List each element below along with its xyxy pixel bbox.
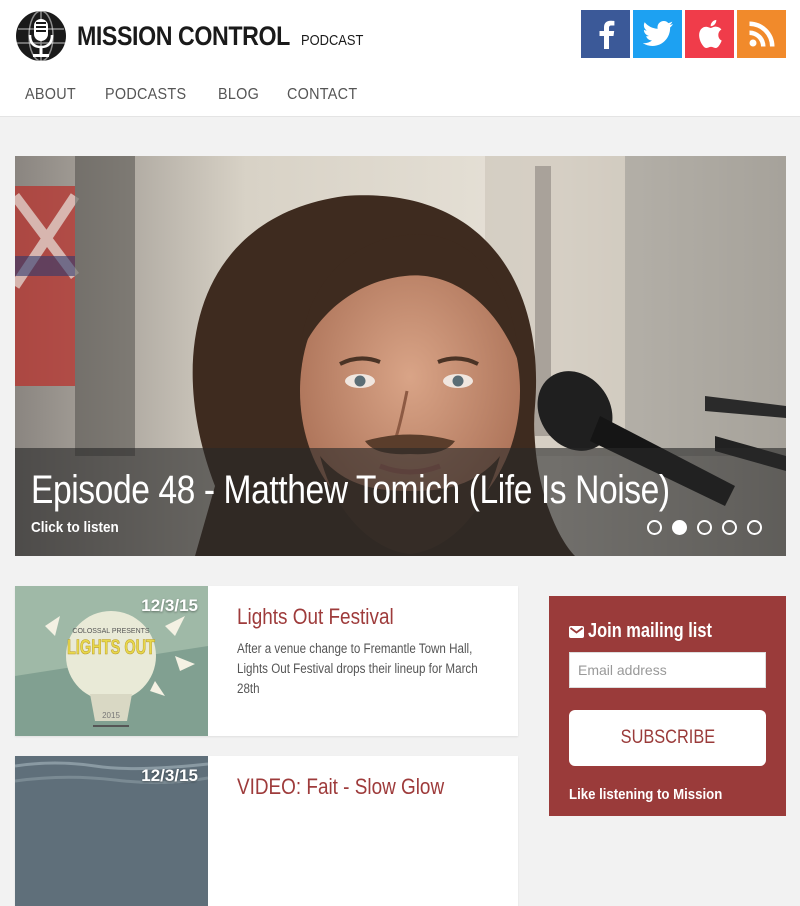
microphone-globe-icon [16, 10, 66, 62]
envelope-icon [569, 625, 584, 638]
post-title[interactable]: Lights Out Festival [237, 604, 394, 630]
mailing-list-title-text: Join mailing list [588, 620, 712, 642]
nav-blog[interactable]: BLOG [218, 86, 259, 104]
post-thumbnail[interactable]: COLOSSAL PRESENTS LIGHTS OUT 2015 12/3/1… [15, 586, 208, 736]
slider-dot-4[interactable] [722, 520, 737, 535]
social-links [581, 10, 786, 58]
post-title[interactable]: VIDEO: Fait - Slow Glow [237, 774, 444, 800]
brand-name: MISSION CONTROL [77, 20, 290, 51]
poster-main-text: LIGHTS OUT [67, 636, 155, 659]
rss-button[interactable] [737, 10, 786, 58]
facebook-icon [599, 20, 614, 49]
hero-subtitle[interactable]: Click to listen [31, 519, 119, 536]
mailing-list-widget: Join mailing list SUBSCRIBE Like listeni… [549, 596, 786, 816]
subscribe-button[interactable]: SUBSCRIBE [569, 710, 766, 766]
post-date: 12/3/15 [141, 596, 198, 615]
post-excerpt: After a venue change to Fremantle Town H… [237, 641, 478, 696]
apple-icon [698, 19, 722, 49]
nav-podcasts[interactable]: PODCASTS [105, 86, 186, 104]
sidebar-listen-text: Like listening to Mission [569, 786, 723, 803]
mailing-list-title: Join mailing list [569, 620, 739, 643]
slider-dots [647, 520, 762, 535]
hero-title[interactable]: Episode 48 - Matthew Tomich (Life Is Noi… [31, 468, 670, 513]
brand-sub: PODCAST [300, 31, 363, 49]
slider-dot-1[interactable] [647, 520, 662, 535]
nav-contact[interactable]: CONTACT [287, 86, 357, 104]
rss-icon [749, 21, 774, 47]
post-card[interactable]: COLOSSAL PRESENTS LIGHTS OUT 2015 12/3/1… [15, 586, 518, 736]
twitter-icon [642, 21, 673, 46]
poster-top-text: COLOSSAL PRESENTS [72, 628, 149, 635]
hero-slider[interactable]: Episode 48 - Matthew Tomich (Life Is Noi… [15, 156, 786, 556]
poster-year-text: 2015 [102, 711, 120, 720]
facebook-button[interactable] [581, 10, 630, 58]
apple-podcasts-button[interactable] [685, 10, 734, 58]
slider-dot-2[interactable] [672, 520, 687, 535]
slider-dot-3[interactable] [697, 520, 712, 535]
email-input[interactable] [569, 652, 766, 688]
slider-dot-5[interactable] [747, 520, 762, 535]
post-thumbnail[interactable]: 12/3/15 [15, 756, 208, 906]
subscribe-label: SUBSCRIBE [620, 727, 715, 748]
nav-about[interactable]: ABOUT [25, 86, 76, 104]
post-date: 12/3/15 [141, 766, 198, 785]
main-nav: ABOUT PODCASTS BLOG CONTACT [25, 86, 365, 104]
site-logo[interactable]: MISSION CONTROL PODCAST [14, 9, 373, 63]
post-card[interactable]: 12/3/15 VIDEO: Fait - Slow Glow [15, 756, 518, 906]
twitter-button[interactable] [633, 10, 682, 58]
site-header: MISSION CONTROL PODCAST ABOUT PODCASTS B… [0, 0, 800, 117]
